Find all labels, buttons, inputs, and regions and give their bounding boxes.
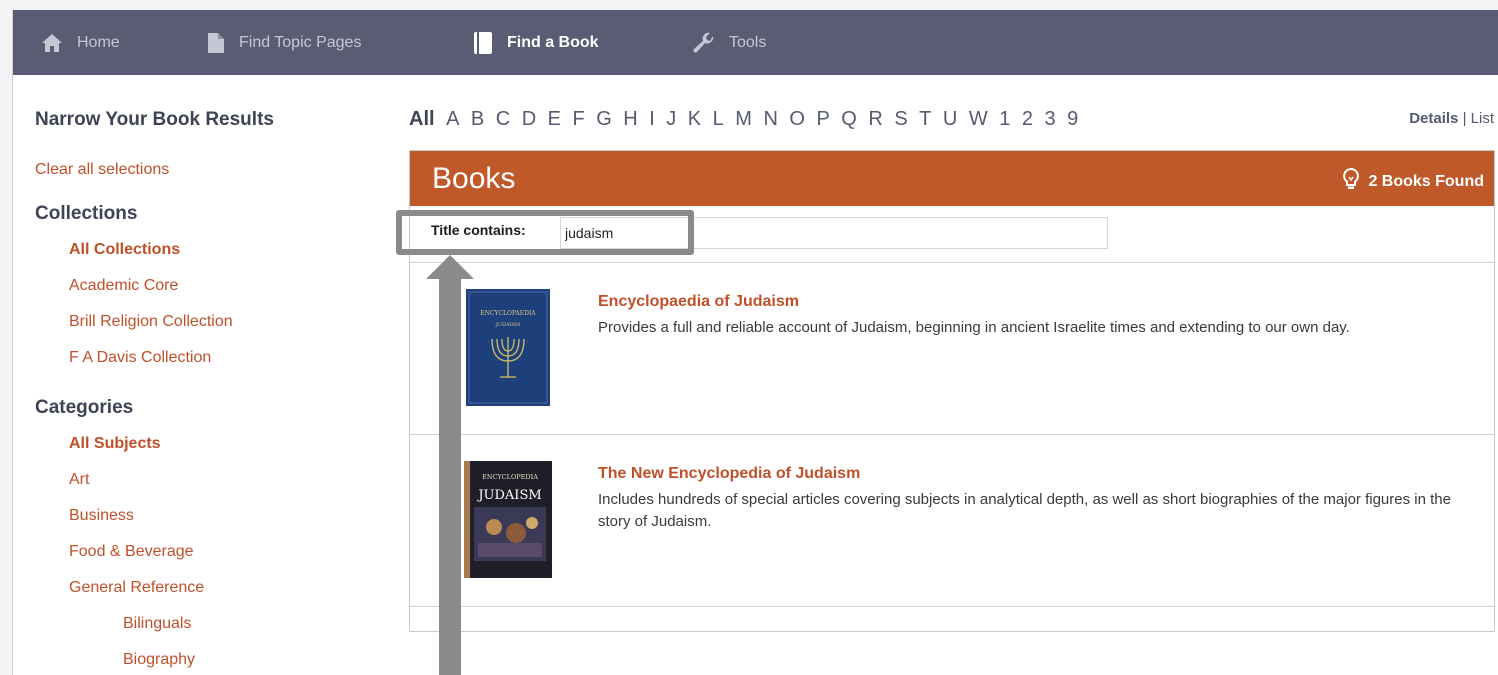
collection-brill-religion[interactable]: Brill Religion Collection — [69, 313, 233, 331]
alpha-letter[interactable]: O — [789, 108, 805, 131]
sidebar: Narrow Your Book Results Clear all selec… — [13, 75, 393, 675]
alpha-letter[interactable]: P — [816, 108, 829, 131]
category-art[interactable]: Art — [69, 471, 89, 489]
collection-fa-davis[interactable]: F A Davis Collection — [69, 349, 211, 367]
list-view-link[interactable]: List — [1471, 110, 1494, 127]
collection-all[interactable]: All Collections — [69, 241, 180, 259]
book-description: Provides a full and reliable account of … — [598, 319, 1350, 336]
alpha-letter[interactable]: U — [943, 108, 957, 131]
title-filter-row: Title contains: — [396, 206, 1494, 263]
alpha-number[interactable]: 1 — [999, 108, 1010, 131]
book-row: ENCYCLOPEDIA JUDAISM The New Encyclopedi… — [410, 435, 1494, 607]
book-row: ENCYCLOPAEDIA JUDAISM Encyclopaedia of J… — [410, 263, 1494, 435]
view-toggle: Details | List — [1409, 110, 1494, 127]
view-separator: | — [1462, 110, 1467, 127]
results-panel: Books 2 Books Found Title contains: ENCY… — [396, 150, 1495, 632]
alpha-letter[interactable]: K — [688, 108, 701, 131]
alpha-letter[interactable]: B — [471, 108, 484, 131]
wrench-icon — [693, 32, 715, 54]
alpha-number[interactable]: 2 — [1022, 108, 1033, 131]
annotation-arrow-head — [426, 255, 474, 279]
category-food-beverage[interactable]: Food & Beverage — [69, 543, 194, 561]
alphabet-filter: All A B C D E F G H I J K L M N O P Q R … — [409, 106, 1090, 132]
alpha-letter[interactable]: D — [522, 108, 536, 131]
cover-text: ENCYCLOPEDIA — [482, 473, 538, 481]
books-found-label: 2 Books Found — [1368, 172, 1484, 190]
category-biography[interactable]: Biography — [123, 651, 195, 669]
alpha-letter[interactable]: T — [919, 108, 931, 131]
document-icon — [207, 32, 225, 54]
collection-academic-core[interactable]: Academic Core — [69, 277, 178, 295]
collections-heading: Collections — [35, 203, 138, 224]
category-bilinguals[interactable]: Bilinguals — [123, 615, 191, 633]
alpha-letter[interactable]: E — [548, 108, 561, 131]
nav-find-a-book[interactable]: Find a Book — [473, 10, 599, 75]
book-title-link[interactable]: Encyclopaedia of Judaism — [598, 293, 799, 311]
book-description: Includes hundreds of special articles co… — [598, 491, 1451, 530]
book-icon — [473, 31, 493, 55]
details-view-link[interactable]: Details — [1409, 110, 1458, 127]
cover-text: JUDAISM — [476, 488, 541, 503]
book-cover-image[interactable]: ENCYCLOPAEDIA JUDAISM — [466, 289, 550, 406]
alpha-letter[interactable]: A — [446, 108, 459, 131]
book-cover-image[interactable]: ENCYCLOPEDIA JUDAISM — [464, 461, 552, 578]
results-title: Books — [432, 162, 516, 195]
alpha-letter[interactable]: G — [596, 108, 612, 131]
clear-selections-link[interactable]: Clear all selections — [35, 161, 169, 179]
sidebar-title: Narrow Your Book Results — [35, 109, 274, 130]
alpha-letter[interactable]: N — [763, 108, 777, 131]
category-general-reference[interactable]: General Reference — [69, 579, 204, 597]
alpha-all[interactable]: All — [409, 108, 435, 131]
alpha-letter[interactable]: S — [894, 108, 907, 131]
alpha-number[interactable]: 9 — [1067, 108, 1078, 131]
alpha-letter[interactable]: C — [496, 108, 510, 131]
alpha-number[interactable]: 3 — [1044, 108, 1055, 131]
alpha-letter[interactable]: I — [649, 108, 655, 131]
alpha-letter[interactable]: F — [573, 108, 585, 131]
alpha-letter[interactable]: H — [623, 108, 637, 131]
nav-home[interactable]: Home — [41, 10, 120, 75]
alpha-letter[interactable]: M — [735, 108, 752, 131]
categories-heading: Categories — [35, 397, 134, 418]
page-frame: Home Find Topic Pages Find a Book Tools … — [12, 10, 1498, 675]
alpha-letter[interactable]: J — [666, 108, 676, 131]
cover-text: JUDAISM — [495, 322, 520, 328]
title-filter-input[interactable] — [560, 217, 1108, 249]
alpha-letter[interactable]: L — [713, 108, 724, 131]
alpha-letter[interactable]: R — [868, 108, 882, 131]
books-found-count: 2 Books Found — [1343, 167, 1484, 195]
nav-home-label: Home — [77, 33, 120, 51]
title-filter-label: Title contains: — [431, 222, 526, 238]
category-business[interactable]: Business — [69, 507, 134, 525]
nav-tools[interactable]: Tools — [693, 10, 766, 75]
category-all-subjects[interactable]: All Subjects — [69, 435, 161, 453]
lightbulb-icon — [1343, 167, 1360, 195]
alpha-letter[interactable]: W — [969, 108, 988, 131]
top-nav: Home Find Topic Pages Find a Book Tools — [13, 10, 1498, 75]
nav-find-a-book-label: Find a Book — [507, 33, 599, 51]
nav-find-topic-pages-label: Find Topic Pages — [239, 33, 362, 51]
annotation-arrow-shaft — [439, 277, 461, 675]
nav-tools-label: Tools — [729, 33, 767, 51]
cover-text: ENCYCLOPAEDIA — [480, 310, 536, 317]
results-header: Books 2 Books Found — [410, 151, 1494, 206]
alpha-letter[interactable]: Q — [841, 108, 857, 131]
nav-find-topic-pages[interactable]: Find Topic Pages — [207, 10, 361, 75]
home-icon — [41, 33, 63, 53]
book-title-link[interactable]: The New Encyclopedia of Judaism — [598, 465, 860, 483]
